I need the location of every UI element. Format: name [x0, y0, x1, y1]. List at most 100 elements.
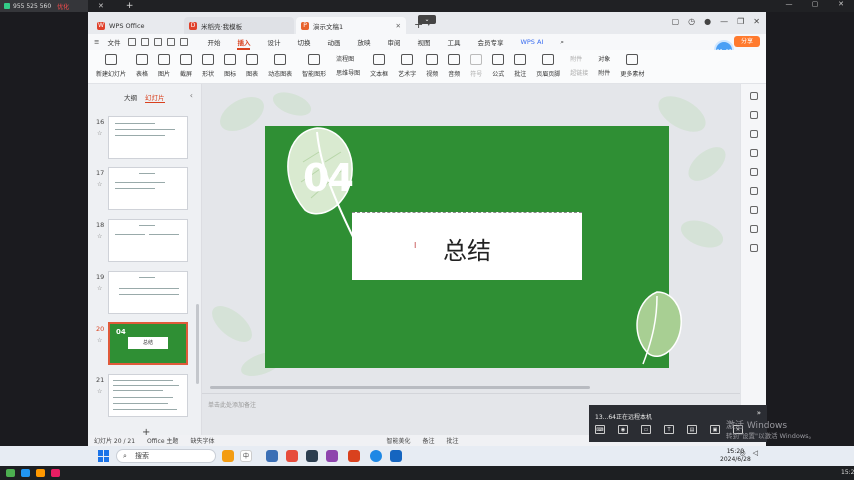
smart-beautify-button[interactable]: 智能美化	[386, 436, 410, 445]
app-icon[interactable]	[36, 469, 45, 477]
slide-thumbnail-16[interactable]	[108, 116, 188, 159]
slide-thumbnail-19[interactable]	[108, 271, 188, 314]
tab-wps-office[interactable]: W WPS Office	[92, 17, 182, 34]
folder-icon[interactable]: ▤	[687, 425, 697, 434]
slide-thumbnail-21[interactable]	[108, 374, 188, 417]
collapse-icon[interactable]: »	[757, 409, 761, 417]
slide-thumbnail-17[interactable]	[108, 167, 188, 210]
star-icon[interactable]: ☆	[97, 285, 102, 292]
star-icon[interactable]: ☆	[97, 181, 102, 188]
menu-design[interactable]: 设计	[267, 37, 280, 47]
app-icon[interactable]	[390, 450, 402, 462]
wordart-button[interactable]: 艺术字	[398, 54, 416, 78]
history-icon[interactable]: ◷	[688, 17, 695, 26]
symbol-button[interactable]: 符号	[470, 54, 482, 78]
save-icon[interactable]	[128, 38, 137, 46]
slide-thumbnail-20[interactable]: 04 总结	[108, 322, 188, 365]
audio-button[interactable]: 音频	[448, 54, 460, 78]
redo-icon[interactable]	[180, 38, 189, 46]
icon-button[interactable]: 图标	[224, 54, 236, 78]
more-material-button[interactable]: 更多素材	[620, 54, 644, 78]
remote-client-tab[interactable]: 955 525 560 优化	[0, 0, 88, 12]
screen-icon[interactable]: ▭	[641, 425, 651, 434]
chart-button[interactable]: 图表	[246, 54, 258, 78]
taskbar-clock[interactable]: 15:20 2024/6/28	[720, 448, 751, 464]
wps-ai-button[interactable]: WPS AI	[520, 38, 543, 46]
copy-icon[interactable]	[750, 149, 758, 157]
menu-review[interactable]: 审阅	[387, 37, 400, 47]
menu-slideshow[interactable]: 放映	[357, 37, 370, 47]
comments-toggle[interactable]: 批注	[446, 436, 458, 445]
menu-member[interactable]: 会员专享	[477, 37, 503, 47]
restore-icon[interactable]: ❐	[737, 17, 744, 26]
close-icon[interactable]: ✕	[828, 0, 854, 8]
menu-start[interactable]: 开始	[207, 37, 220, 47]
collapse-panel-icon[interactable]: ‹	[190, 91, 193, 100]
textbox-button[interactable]: 文本框	[370, 54, 388, 78]
close-tab-icon[interactable]: ✕	[396, 22, 401, 30]
print-icon[interactable]	[141, 38, 150, 46]
new-tab-icon[interactable]: +	[126, 1, 134, 11]
menu-insert[interactable]: 插入	[237, 37, 251, 50]
share-button[interactable]: 分享	[734, 36, 760, 47]
download-icon[interactable]: ⌄	[418, 15, 436, 24]
video-button[interactable]: 视频	[426, 54, 438, 78]
app-icon[interactable]	[6, 469, 15, 477]
table-button[interactable]: 表格	[136, 54, 148, 78]
screenshot-button[interactable]: 截屏	[180, 54, 192, 78]
window-icon[interactable]: ▣	[710, 425, 720, 434]
dynamic-chart-button[interactable]: 动态图表	[268, 54, 292, 78]
close-window-icon[interactable]: ✕	[753, 17, 760, 26]
action-button[interactable]: 附件	[570, 54, 588, 63]
layout-icon[interactable]: ▢	[672, 17, 680, 26]
comment-button[interactable]: 批注	[514, 54, 526, 78]
menu-tools[interactable]: 工具	[447, 37, 460, 47]
minimize-icon[interactable]: —	[776, 0, 802, 8]
ime-indicator[interactable]: 中	[240, 450, 252, 462]
start-icon[interactable]	[98, 450, 110, 462]
volume-icon[interactable]: ◁	[753, 449, 758, 457]
missing-font-button[interactable]: 缺失字体	[190, 436, 214, 445]
edge-icon[interactable]	[370, 450, 382, 462]
image-icon[interactable]	[750, 168, 758, 176]
app-icon[interactable]	[51, 469, 60, 477]
thumbnail-scrollbar[interactable]	[196, 304, 199, 384]
picture-button[interactable]: 图片	[158, 54, 170, 78]
app-icon[interactable]	[222, 450, 234, 462]
user-avatar[interactable]: ●	[704, 17, 711, 26]
search-icon[interactable]: ⌕	[560, 38, 564, 47]
tab-outline[interactable]: 大纲	[124, 92, 137, 103]
app-icon[interactable]	[306, 450, 318, 462]
keyboard-icon[interactable]: ⌨	[595, 425, 605, 434]
shape-button[interactable]: 形状	[202, 54, 214, 78]
menu-transition[interactable]: 切换	[297, 37, 310, 47]
book-icon[interactable]	[750, 206, 758, 214]
style-icon[interactable]	[750, 225, 758, 233]
object-button[interactable]: 对象	[598, 54, 610, 63]
formula-button[interactable]: 公式	[492, 54, 504, 78]
properties-icon[interactable]	[750, 92, 758, 100]
app-icon[interactable]	[266, 450, 278, 462]
menu-view[interactable]: 视图	[417, 37, 430, 47]
star-icon[interactable]: ☆	[97, 130, 102, 137]
flowchart-button[interactable]: 流程图	[336, 54, 360, 63]
hyperlink-button[interactable]: 超链接	[570, 68, 588, 77]
help-icon[interactable]	[750, 244, 758, 252]
star-icon[interactable]	[750, 130, 758, 138]
attachment-button[interactable]: 附件	[598, 68, 610, 77]
minimize-icon[interactable]: —	[720, 17, 728, 26]
undo-icon[interactable]	[167, 38, 176, 46]
menu-animation[interactable]: 动画	[327, 37, 340, 47]
horizontal-scrollbar[interactable]	[210, 385, 730, 389]
hamburger-icon[interactable]: ≡	[94, 38, 99, 46]
file-menu[interactable]: 文件	[107, 37, 120, 47]
tab-slides[interactable]: 幻灯片	[145, 92, 165, 103]
star-icon[interactable]: ☆	[97, 233, 102, 240]
microphone-icon[interactable]: ◉	[618, 425, 628, 434]
scroll-thumb[interactable]	[210, 386, 590, 389]
slide-thumbnail-18[interactable]	[108, 219, 188, 262]
animation-icon[interactable]	[750, 187, 758, 195]
close-tab-icon[interactable]: ✕	[98, 2, 104, 10]
title-textbox[interactable]: 总结 I	[352, 212, 582, 280]
star-icon[interactable]: ☆	[97, 388, 102, 395]
